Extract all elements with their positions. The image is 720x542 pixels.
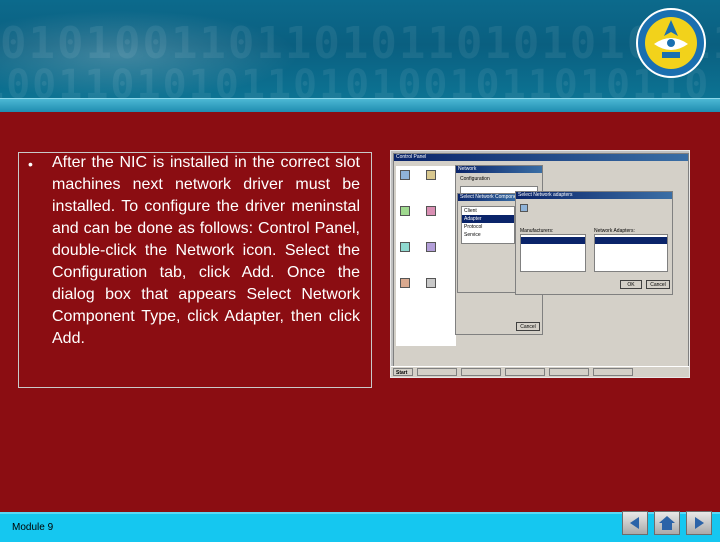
taskbar-item-5[interactable] <box>593 368 633 376</box>
bullet-marker: • <box>28 156 33 172</box>
header-bar <box>0 98 720 112</box>
date-time-icon <box>400 206 410 216</box>
select-component-titlebar: Select Network Component Type <box>458 194 518 201</box>
component-item-protocol[interactable]: Protocol <box>462 223 514 231</box>
component-type-list[interactable]: Client Adapter Protocol Service <box>461 206 515 244</box>
adapter-cancel-button[interactable]: Cancel <box>646 280 670 289</box>
windows-taskbar: Start <box>391 366 689 377</box>
ministry-logo <box>636 8 706 78</box>
manufacturers-list[interactable] <box>520 234 586 272</box>
network-titlebar: Network <box>456 166 542 173</box>
adapter-selected[interactable] <box>595 237 667 244</box>
header-banner: 0101001101101011010101001101 10011010101… <box>0 0 720 112</box>
select-adapter-titlebar: Select Network adapters <box>516 192 672 199</box>
network-card-icon <box>520 204 528 212</box>
house-icon <box>659 516 675 530</box>
start-button[interactable]: Start <box>393 368 413 376</box>
taskbar-item-3[interactable] <box>505 368 545 376</box>
tab-configuration[interactable]: Configuration <box>460 176 490 182</box>
adapter-ok-button[interactable]: OK <box>620 280 642 289</box>
mouse-icon <box>426 242 436 252</box>
network-cancel-button[interactable]: Cancel <box>516 322 540 331</box>
triangle-left-icon <box>630 517 639 529</box>
network-adapters-list[interactable] <box>594 234 668 272</box>
component-item-service[interactable]: Service <box>462 231 514 239</box>
control-panel-icons-area <box>396 166 456 346</box>
next-slide-button[interactable] <box>686 511 712 535</box>
taskbar-item-1[interactable] <box>417 368 457 376</box>
taskbar-item-4[interactable] <box>549 368 589 376</box>
windows-screenshot: Control Panel Network Configuration Canc… <box>390 150 690 378</box>
odbc-icon <box>426 278 436 288</box>
add-hardware-icon <box>426 170 436 180</box>
module-label: Module 9 <box>12 522 54 533</box>
footer-bar: Module 9 <box>0 512 720 542</box>
manufacturer-selected[interactable] <box>521 237 585 244</box>
component-item-adapter[interactable]: Adapter <box>462 215 514 223</box>
select-component-window: Select Network Component Type Client Ada… <box>457 193 519 293</box>
network-icon <box>400 278 410 288</box>
keyboard-icon <box>400 242 410 252</box>
triangle-right-icon <box>695 517 704 529</box>
home-button[interactable] <box>654 511 680 535</box>
accessibility-icon <box>400 170 410 180</box>
select-adapter-window: Select Network adapters Manufacturers: N… <box>515 191 673 295</box>
display-icon <box>426 206 436 216</box>
bullet-paragraph: After the NIC is installed in the correc… <box>52 154 360 347</box>
prev-slide-button[interactable] <box>622 511 648 535</box>
component-item-client[interactable]: Client <box>462 207 514 215</box>
taskbar-item-2[interactable] <box>461 368 501 376</box>
control-panel-titlebar: Control Panel <box>394 154 688 161</box>
